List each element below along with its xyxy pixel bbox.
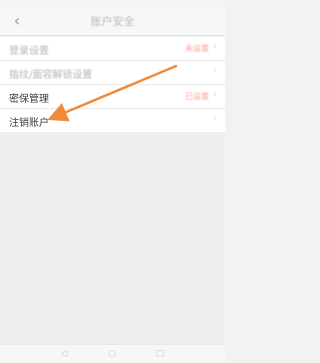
page-title: 账户安全 [90, 15, 135, 28]
top-nav-bar: ‹ 账户安全 [0, 6, 225, 36]
chevron-right-icon: › [213, 42, 217, 52]
chevron-right-icon: › [213, 114, 217, 124]
system-nav-bar: ◁ ○ □ [0, 344, 225, 363]
row-value: 已设置 [185, 92, 209, 101]
row-value: 未设置 [185, 44, 209, 53]
settings-row-login[interactable]: 登录设置 未设置 › [0, 37, 225, 61]
row-label: 指纹/面容解锁设置 [9, 70, 93, 81]
row-label: 注销账户 [9, 118, 49, 129]
chevron-right-icon: › [213, 66, 217, 76]
back-triangle-icon[interactable]: ◁ [58, 349, 70, 359]
settings-row-delete-account[interactable]: 注销账户 › [0, 109, 225, 133]
settings-row-security-question[interactable]: 密保管理 已设置 › [0, 85, 225, 109]
row-label: 登录设置 [9, 46, 49, 57]
settings-list: 登录设置 未设置 › 指纹/面容解锁设置 › 密保管理 已设置 › 注销账户 › [0, 37, 225, 133]
row-label: 密保管理 [9, 94, 49, 105]
empty-content-area [0, 134, 225, 344]
settings-row-biometric[interactable]: 指纹/面容解锁设置 › [0, 61, 225, 85]
recents-square-icon[interactable]: □ [154, 349, 166, 359]
home-circle-icon[interactable]: ○ [106, 349, 118, 359]
chevron-right-icon: › [213, 90, 217, 100]
